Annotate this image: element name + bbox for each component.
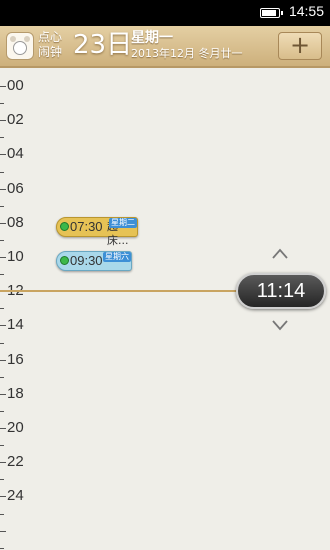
alarm-enabled-icon — [60, 222, 69, 231]
ruler-tick — [0, 376, 4, 378]
app-header: 点心 闹钟 23日 星期一 2013年12月 冬月廿一 + — [0, 26, 330, 68]
ruler-tick — [0, 120, 6, 122]
alarm-repeat-tag: 星期六 — [103, 252, 131, 262]
current-time-line — [0, 290, 240, 292]
ruler-tick — [0, 530, 6, 532]
day-of-month: 23日 — [73, 30, 133, 60]
ruler-tick — [0, 462, 6, 464]
chevron-down-icon[interactable] — [272, 317, 288, 333]
hour-label: 18 — [7, 384, 24, 402]
alarm-repeat-tag: 星期二 — [109, 218, 137, 228]
hour-label: 02 — [7, 111, 24, 129]
hour-label: 24 — [7, 487, 24, 505]
status-bar: 14:55 — [0, 0, 330, 26]
add-alarm-button[interactable]: + — [278, 32, 322, 60]
ruler-tick — [0, 274, 4, 276]
alarm-time: 07:30 — [70, 219, 103, 234]
ruler-tick — [0, 171, 4, 173]
app-name: 点心 闹钟 — [38, 30, 63, 59]
ruler-tick — [0, 205, 4, 207]
ruler-tick — [0, 513, 4, 515]
ruler-tick — [0, 86, 6, 87]
alarm-time: 09:30 — [70, 253, 103, 268]
hour-label: 14 — [7, 316, 24, 334]
ruler-tick — [0, 445, 4, 447]
hour-label: 16 — [7, 350, 24, 368]
ruler-tick — [0, 154, 6, 156]
ruler-tick — [0, 393, 6, 395]
hour-label: 22 — [7, 453, 24, 471]
chevron-up-icon[interactable] — [272, 246, 288, 262]
ruler-tick — [0, 257, 6, 258]
ruler-tick — [0, 496, 6, 498]
ruler-tick — [0, 188, 6, 190]
hour-label: 04 — [7, 145, 24, 163]
hour-label: 10 — [7, 248, 24, 265]
ruler-tick — [0, 308, 4, 310]
timeline[interactable]: 00020406081012141618202224 07:30 起床... 星… — [0, 68, 330, 550]
ruler-tick — [0, 410, 4, 412]
battery-icon — [260, 8, 283, 18]
ruler-tick — [0, 239, 4, 241]
hour-label: 00 — [7, 77, 24, 94]
ruler-tick — [0, 428, 6, 429]
status-time: 14:55 — [288, 3, 324, 19]
date-subtitle: 2013年12月 冬月廿一 — [131, 47, 243, 60]
alarm-item[interactable]: 07:30 起床... 星期二 — [56, 217, 138, 247]
hour-label: 08 — [7, 213, 24, 231]
hour-label: 20 — [7, 419, 24, 436]
weekday: 星期一 — [131, 30, 173, 46]
ruler-tick — [0, 359, 6, 361]
ruler-tick — [0, 547, 4, 549]
ruler-tick — [0, 222, 6, 224]
ruler-tick — [0, 342, 4, 344]
current-time-pill[interactable]: 11:14 — [236, 273, 326, 309]
alarm-item[interactable]: 09:30 星期六 — [56, 251, 132, 271]
alarm-clock-app-icon — [6, 32, 34, 60]
ruler-tick — [0, 479, 4, 481]
time-ruler — [0, 68, 6, 550]
alarm-enabled-icon — [60, 256, 69, 265]
hour-label: 06 — [7, 179, 24, 197]
ruler-tick — [0, 137, 4, 139]
ruler-tick — [0, 325, 6, 327]
ruler-tick — [0, 103, 4, 105]
